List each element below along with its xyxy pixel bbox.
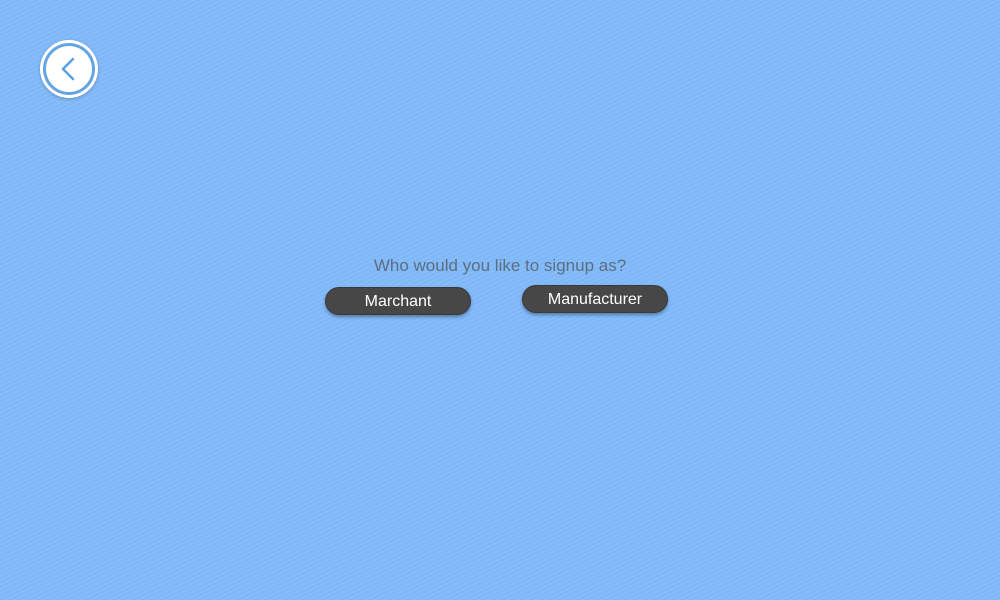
signup-prompt: Who would you like to signup as? [373,256,627,275]
chevron-left-icon [46,46,92,92]
back-button[interactable] [40,40,98,98]
signup-role-screen: Who would you like to signup as? Marchan… [0,0,1000,600]
manufacturer-button[interactable]: Manufacturer [522,285,668,313]
merchant-button[interactable]: Marchant [325,287,471,315]
